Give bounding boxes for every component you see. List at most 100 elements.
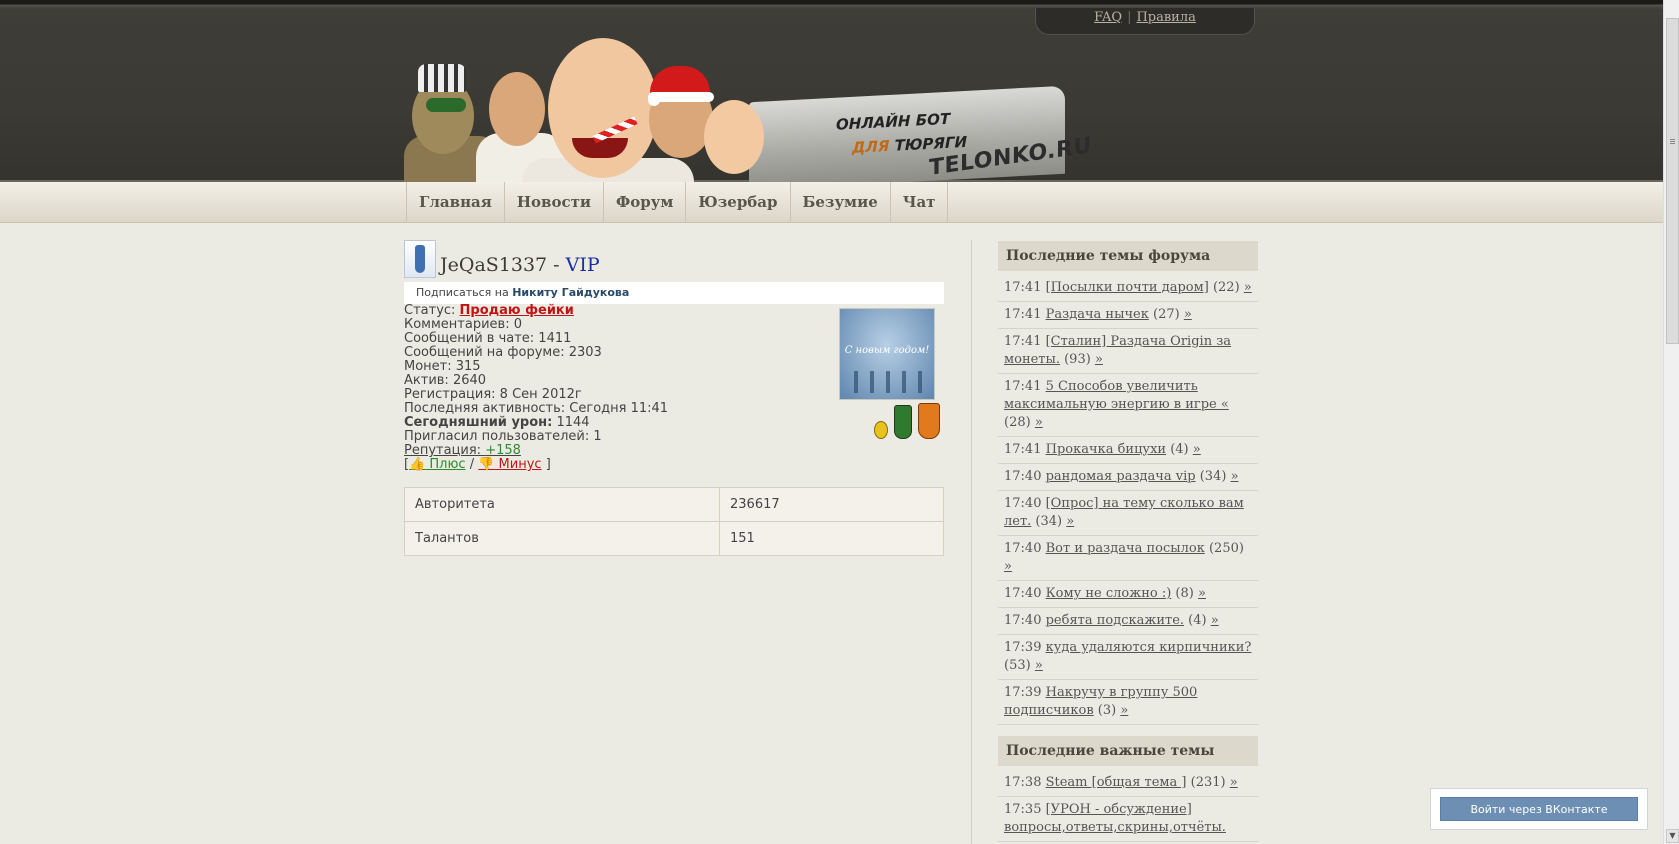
topic-link[interactable]: [Посылки почти даром] <box>1046 280 1209 295</box>
reputation-vote: [👍 Плюс / 👎 Минус ] <box>404 457 551 472</box>
last-page-link[interactable]: » <box>1035 415 1043 430</box>
card-caption: С новым годом! <box>844 345 930 356</box>
table-row: Талантов 151 <box>404 521 944 556</box>
topic-link[interactable]: ребята подскажите. <box>1046 613 1184 628</box>
resource-authority-label: Авторитета <box>404 487 720 522</box>
list-item: 17:41 [Посылки почти даром] (22) » <box>998 275 1258 302</box>
list-item: 17:41 Прокачка бицухи (4) » <box>998 437 1258 464</box>
rep-minus-link[interactable]: 👎 Минус <box>478 457 541 472</box>
stat-coins: Монет: 315 <box>404 359 481 374</box>
rules-link[interactable]: Правила <box>1136 10 1195 25</box>
list-item: 17:38 Steam [общая тема ] (231) » <box>998 770 1258 797</box>
page-scrollbar[interactable]: ▼ <box>1663 0 1679 844</box>
last-page-link[interactable]: » <box>1120 703 1128 718</box>
main-nav-bar: Главная Новости Форум Юзербар Безумие Ча… <box>0 182 1663 223</box>
latest-forum-list: 17:41 [Посылки почти даром] (22) » 17:41… <box>998 275 1258 725</box>
stat-chat-messages: Сообщений в чате: 1411 <box>404 331 572 346</box>
nav-madness[interactable]: Безумие <box>791 182 891 222</box>
nav-userbar[interactable]: Юзербар <box>686 182 791 222</box>
list-item: 17:41 Раздача нычек (27) » <box>998 302 1258 329</box>
resource-authority-value: 236617 <box>719 487 944 522</box>
list-item: 17:41 5 Способов увеличить максимальную … <box>998 374 1258 437</box>
topic-link[interactable]: Steam [общая тема ] <box>1046 775 1187 790</box>
important-topics-heading: Последние важные темы <box>998 736 1258 766</box>
latest-forum-heading: Последние темы форума <box>998 241 1258 271</box>
sidebar-latest-forum: Последние темы форума 17:41 [Посылки поч… <box>998 241 1258 725</box>
stat-registration: Регистрация: 8 Сен 2012г <box>404 387 582 402</box>
table-row: Авторитета 236617 <box>404 487 944 522</box>
faq-link[interactable]: FAQ <box>1094 10 1122 25</box>
list-item: 17:41 [Сталин] Раздача Origin за монеты.… <box>998 329 1258 374</box>
banner-slogan-line1: ОНЛАЙН БОТ <box>836 109 951 134</box>
user-medals <box>874 403 940 439</box>
nav-news[interactable]: Новости <box>505 182 605 222</box>
list-item: 17:39 Накручу в группу 500 подписчиков (… <box>998 680 1258 725</box>
main-nav: Главная Новости Форум Юзербар Безумие Ча… <box>406 182 949 222</box>
pine-trees-icon <box>848 371 926 393</box>
reputation-value: +158 <box>485 443 521 458</box>
list-item: 17:40 ребята подскажите. (4) » <box>998 608 1258 635</box>
stat-activity: Актив: 2640 <box>404 373 487 388</box>
subscribe-link[interactable]: Никиту Гайдукова <box>512 286 629 299</box>
vk-login-button[interactable]: Войти через ВКонтакте <box>1440 797 1638 821</box>
list-item: 17:35 [УРОН - обсуждение] вопросы,ответы… <box>998 797 1258 842</box>
subscribe-prefix: Подписаться на <box>416 286 513 299</box>
topic-link[interactable]: Кому не сложно :) <box>1046 586 1172 601</box>
yellow-medal-icon[interactable] <box>874 421 888 439</box>
stat-last-activity: Последняя активность: Сегодня 11:41 <box>404 401 669 416</box>
last-page-link[interactable]: » <box>1198 586 1206 601</box>
user-resources-table: Авторитета 236617 Талантов 151 <box>404 487 944 556</box>
status-link[interactable]: Продаю фейки <box>460 303 574 318</box>
user-avatar[interactable] <box>404 240 436 278</box>
subscribe-bar: Подписаться на Никиту Гайдукова <box>404 282 944 304</box>
stat-today-damage: Сегодняшний урон: 1144 <box>404 415 590 430</box>
last-page-link[interactable]: » <box>1230 775 1238 790</box>
column-divider <box>971 240 972 844</box>
user-name-line: JeQaS1337 - VIP <box>440 254 600 276</box>
last-page-link[interactable]: » <box>1004 559 1012 574</box>
vip-badge: VIP <box>565 254 600 276</box>
site-banner[interactable]: ОНЛАЙН БОТ ДЛЯ ТЮРЯГИ TELONKO.RU <box>404 28 1092 191</box>
last-page-link[interactable]: » <box>1095 352 1103 367</box>
last-page-link[interactable]: » <box>1193 442 1201 457</box>
stat-comments: Комментариев: 0 <box>404 317 522 332</box>
spray-bottle-icon <box>415 245 425 273</box>
important-topics-list: 17:38 Steam [общая тема ] (231) » 17:35 … <box>998 770 1258 842</box>
topic-link[interactable]: рандомая раздача vip <box>1046 469 1196 484</box>
list-item: 17:40 Вот и раздача посылок (250) » <box>998 536 1258 581</box>
user-stats: Статус: Продаю фейки Комментариев: 0 Соо… <box>404 304 668 472</box>
last-page-link[interactable]: » <box>1231 469 1239 484</box>
scroll-down-arrow-icon[interactable]: ▼ <box>1666 829 1679 843</box>
top-links-separator: | <box>1127 10 1132 25</box>
prisoner-shaved-illustration <box>704 100 764 174</box>
prisoner-young-illustration <box>489 72 545 146</box>
nav-chat[interactable]: Чат <box>891 182 949 222</box>
topic-link[interactable]: Вот и раздача посылок <box>1046 541 1205 556</box>
scrollbar-thumb[interactable] <box>1666 18 1679 344</box>
last-page-link[interactable]: » <box>1184 307 1192 322</box>
vk-login-widget: Войти через ВКонтакте <box>1430 788 1648 830</box>
last-page-link[interactable]: » <box>1066 514 1074 529</box>
user-name: JeQaS1337 <box>440 254 548 276</box>
topic-link[interactable]: Раздача нычек <box>1046 307 1149 322</box>
list-item: 17:40 Кому не сложно :) (8) » <box>998 581 1258 608</box>
top-links: FAQ | Правила <box>1035 8 1255 35</box>
nav-forum[interactable]: Форум <box>604 182 687 222</box>
last-page-link[interactable]: » <box>1244 280 1252 295</box>
green-medal-icon[interactable] <box>894 405 912 439</box>
nav-home[interactable]: Главная <box>407 182 505 222</box>
rep-plus-link[interactable]: 👍 Плюс <box>409 457 466 472</box>
list-item: 17:39 куда удаляются кирпичники? (53) » <box>998 635 1258 680</box>
list-item: 17:40 рандомая раздача vip (34) » <box>998 464 1258 491</box>
thumb-down-icon: 👎 <box>478 457 495 472</box>
orange-medal-icon[interactable] <box>918 403 940 439</box>
topic-link[interactable]: куда удаляются кирпичники? <box>1046 640 1252 655</box>
status-row: Статус: Продаю фейки <box>404 303 574 318</box>
thumb-up-icon: 👍 <box>409 457 426 472</box>
grip-icon <box>1670 139 1675 140</box>
resource-talents-label: Талантов <box>404 521 720 556</box>
topic-link[interactable]: Прокачка бицухи <box>1046 442 1166 457</box>
last-page-link[interactable]: » <box>1035 658 1043 673</box>
last-page-link[interactable]: » <box>1211 613 1219 628</box>
banner-metal-plate: ОНЛАЙН БОТ ДЛЯ ТЮРЯГИ TELONKO.RU <box>749 85 1092 191</box>
